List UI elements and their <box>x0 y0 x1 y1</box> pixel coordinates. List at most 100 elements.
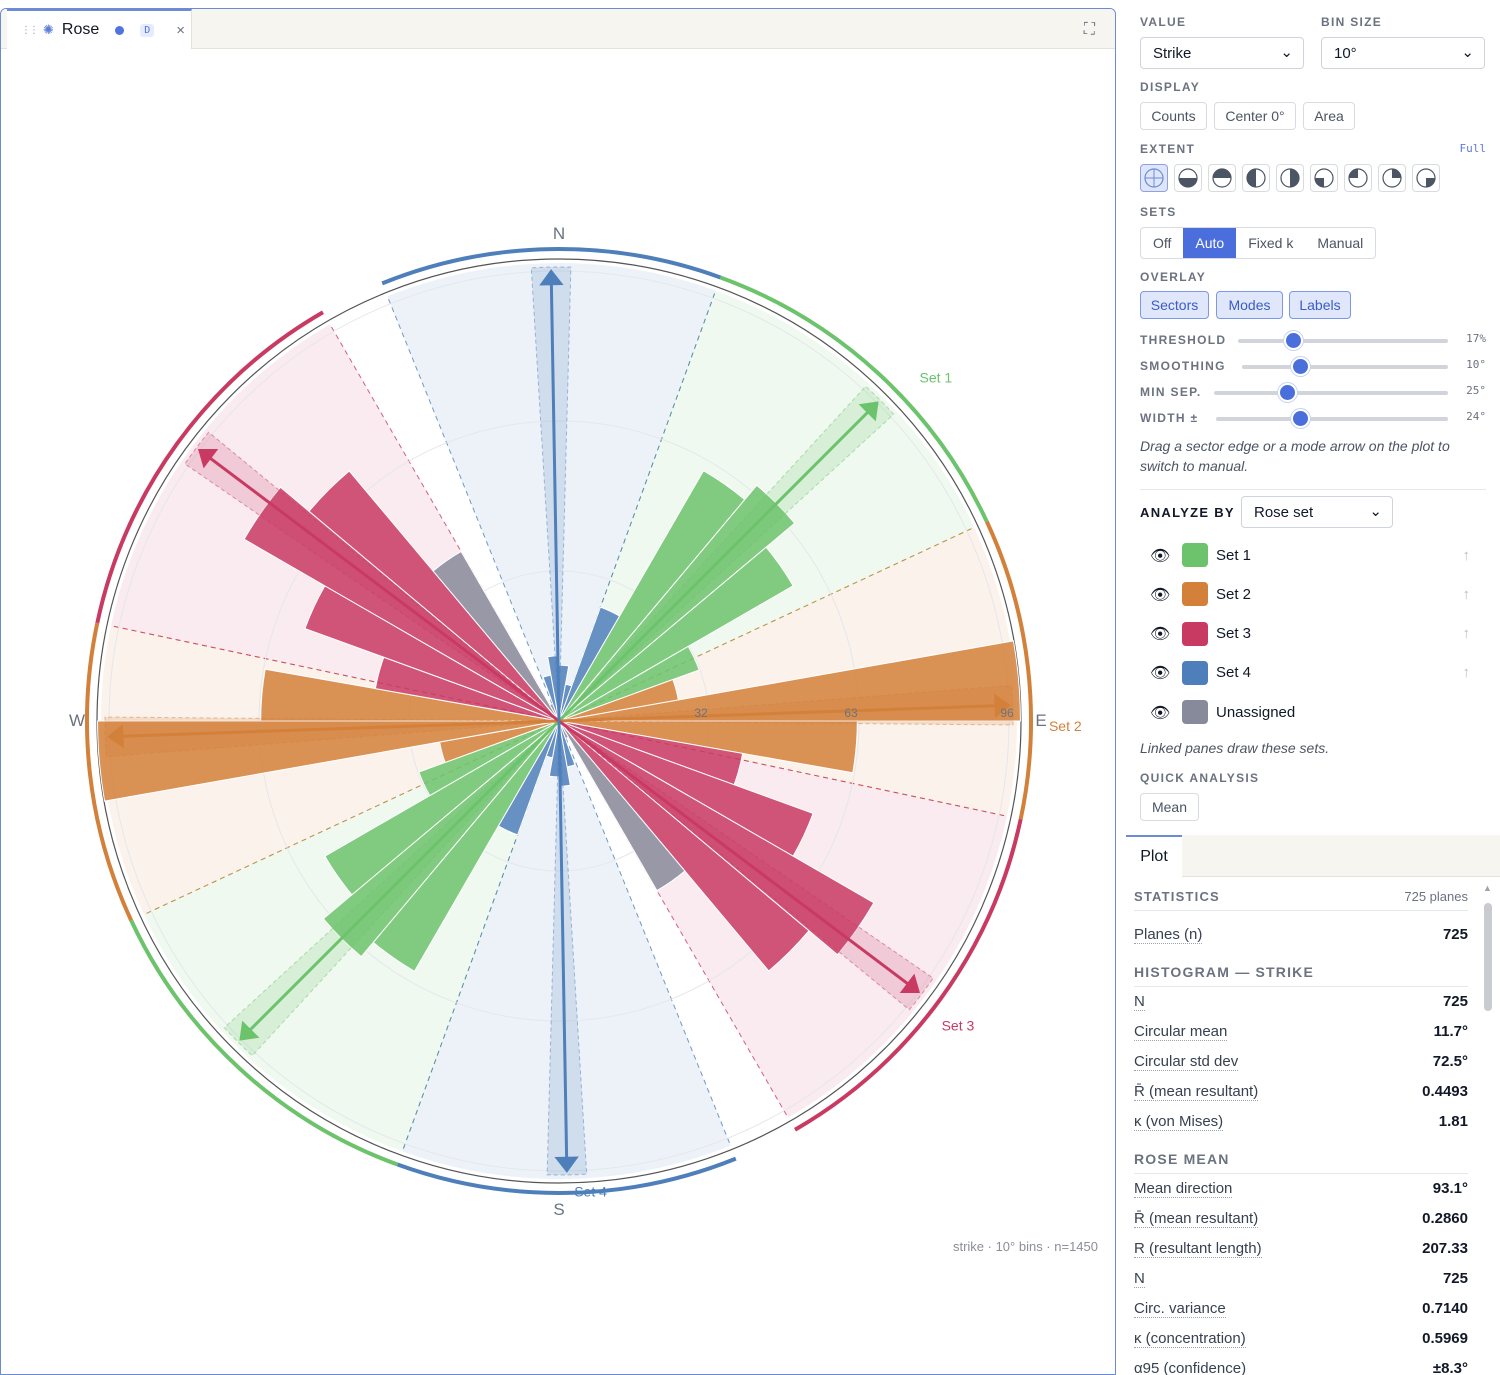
value-select[interactable]: Strike ⌄ <box>1140 37 1304 69</box>
ring-label: 96 <box>1000 706 1014 720</box>
analyze-by-select[interactable]: Rose set ⌄ <box>1241 496 1393 528</box>
bin-size-select[interactable]: 10° ⌄ <box>1321 37 1485 69</box>
set-row[interactable]: 👁 Unassigned <box>1150 699 1470 725</box>
extent-west-button[interactable] <box>1276 164 1304 192</box>
extent-sw-icon <box>1382 168 1402 188</box>
slider-label: MIN SEP. <box>1140 385 1202 399</box>
overlay-label: OVERLAY <box>1140 270 1207 284</box>
close-icon[interactable]: × <box>176 22 185 39</box>
scroll-up-icon[interactable]: ▲ <box>1483 883 1492 893</box>
analyze-by-select-text: Rose set <box>1254 504 1314 521</box>
extent-sw-button[interactable] <box>1378 164 1406 192</box>
compass-w: W <box>69 711 85 730</box>
slider-knob[interactable] <box>1290 357 1310 376</box>
slider-width[interactable]: WIDTH ± 24° <box>1140 408 1486 428</box>
expand-icon[interactable]: ⛶ <box>1084 21 1095 39</box>
slider-track[interactable] <box>1238 339 1448 343</box>
extent-se-icon <box>1348 168 1368 188</box>
scrollbar-thumb[interactable] <box>1484 903 1492 1011</box>
set-3-label: Set 3 <box>942 1017 975 1033</box>
stat-value: 725 <box>1442 926 1468 943</box>
bin-size-select-text: 10° <box>1334 45 1357 62</box>
extent-ne-button[interactable] <box>1310 164 1338 192</box>
slider-threshold[interactable]: THRESHOLD 17% <box>1140 330 1486 350</box>
set-row[interactable]: 👁 Set 1 ↑ <box>1150 542 1470 568</box>
set-color-swatch[interactable] <box>1182 700 1208 725</box>
value-label: VALUE <box>1140 15 1187 29</box>
slider-value: 10° <box>1466 358 1486 371</box>
sets-fixed-k-button[interactable]: Fixed k <box>1236 228 1305 258</box>
set-color-swatch[interactable] <box>1182 621 1208 646</box>
move-up-icon[interactable]: ↑ <box>1463 547 1471 564</box>
stats-scrollbar[interactable]: ▲ <box>1482 883 1494 1375</box>
eye-icon[interactable]: 👁 <box>1150 585 1174 604</box>
stat-row: Mean direction 93.1° <box>1134 1178 1468 1200</box>
mean-button[interactable]: Mean <box>1140 793 1199 821</box>
drag-handle-icon[interactable]: ⋮⋮ <box>21 25 39 36</box>
slider-label: THRESHOLD <box>1140 333 1227 347</box>
slider-track[interactable] <box>1216 417 1448 421</box>
control-panel: VALUE BIN SIZE Strike ⌄ 10° ⌄ DISPLAY Coun… <box>1126 0 1500 1375</box>
move-up-icon[interactable]: ↑ <box>1463 586 1471 603</box>
slider-min-sep[interactable]: MIN SEP. 25° <box>1140 382 1486 402</box>
eye-icon[interactable]: 👁 <box>1150 703 1174 722</box>
sets-auto-button[interactable]: Auto <box>1183 228 1237 258</box>
sets-mode-control: Off Auto Fixed k Manual <box>1140 227 1377 259</box>
manual-hint: Drag a sector edge or a mode arrow on th… <box>1140 438 1450 474</box>
set-row[interactable]: 👁 Set 4 ↑ <box>1150 660 1470 686</box>
stat-value: 725 <box>1442 1270 1468 1287</box>
slider-smoothing[interactable]: SMOOTHING 10° <box>1140 356 1486 376</box>
extent-se-button[interactable] <box>1344 164 1372 192</box>
sectors-toggle[interactable]: Sectors <box>1140 291 1209 319</box>
extent-label: EXTENT <box>1140 142 1196 156</box>
extent-north-button[interactable] <box>1174 164 1202 192</box>
eye-icon[interactable]: 👁 <box>1150 546 1174 565</box>
rose-pane: ⋮⋮ ✺ Rose D × ⛶ Set 1 Set 2 Set 3 Set 4 N E S W… <box>0 8 1116 1375</box>
labels-toggle[interactable]: Labels <box>1289 291 1351 319</box>
sets-manual-button[interactable]: Manual <box>1305 228 1375 258</box>
set-1-label: Set 1 <box>920 369 953 385</box>
slider-knob[interactable] <box>1277 383 1297 402</box>
sets-off-button[interactable]: Off <box>1141 228 1183 258</box>
stat-value: 207.33 <box>1422 1240 1468 1257</box>
set-row[interactable]: 👁 Set 2 ↑ <box>1150 581 1470 607</box>
slider-knob[interactable] <box>1290 409 1310 428</box>
counts-button[interactable]: Counts <box>1140 102 1207 130</box>
value-select-text: Strike <box>1153 45 1192 62</box>
stat-row: N 725 <box>1134 1268 1468 1290</box>
eye-icon[interactable]: 👁 <box>1150 624 1174 643</box>
plot-footer: strike · 10° bins · n=1450 <box>952 1239 1098 1254</box>
set-name: Set 2 <box>1216 585 1252 603</box>
set-color-swatch[interactable] <box>1182 582 1208 607</box>
slider-label: SMOOTHING <box>1140 359 1226 373</box>
set-2-label: Set 2 <box>1049 718 1082 734</box>
modified-dot <box>115 25 125 35</box>
extent-east-button[interactable] <box>1242 164 1270 192</box>
set-name: Set 3 <box>1216 625 1252 643</box>
area-button[interactable]: Area <box>1303 102 1355 130</box>
slider-knob[interactable] <box>1283 331 1303 350</box>
rose-diagram[interactable]: Set 1 Set 2 Set 3 Set 4 N E S W 32 63 96 <box>1 49 1115 1339</box>
set-color-swatch[interactable] <box>1182 543 1208 567</box>
stat-value: 0.7140 <box>1422 1300 1468 1317</box>
extent-west-icon <box>1280 168 1300 188</box>
stat-row: R (resultant length) 207.33 <box>1134 1238 1468 1260</box>
extent-ne-icon <box>1314 168 1334 188</box>
slider-track[interactable] <box>1214 391 1448 395</box>
eye-icon[interactable]: 👁 <box>1150 663 1174 682</box>
extent-full-button[interactable] <box>1140 164 1168 192</box>
extent-nw-button[interactable] <box>1412 164 1440 192</box>
center-zero-button[interactable]: Center 0° <box>1214 102 1296 130</box>
tab-plot[interactable]: Plot <box>1126 835 1182 877</box>
set-row[interactable]: 👁 Set 3 ↑ <box>1150 621 1470 647</box>
extent-south-button[interactable] <box>1208 164 1236 192</box>
slider-track[interactable] <box>1242 365 1448 369</box>
stats-tabbar: Plot <box>1126 835 1500 877</box>
modes-toggle[interactable]: Modes <box>1216 291 1283 319</box>
move-up-icon[interactable]: ↑ <box>1463 664 1471 681</box>
tab-rose[interactable]: ⋮⋮ ✺ Rose D × <box>7 9 192 49</box>
stat-row: α95 (confidence) ±8.3° <box>1134 1358 1468 1375</box>
set-color-swatch[interactable] <box>1182 660 1208 685</box>
ring-label: 63 <box>844 706 858 720</box>
move-up-icon[interactable]: ↑ <box>1463 625 1471 642</box>
